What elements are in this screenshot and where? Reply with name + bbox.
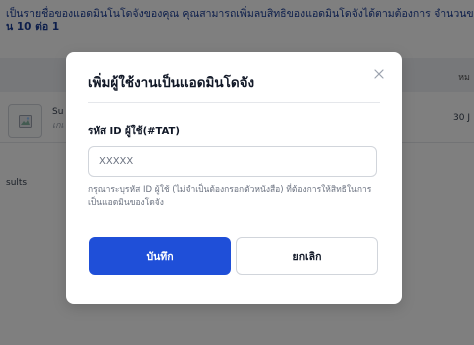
- cancel-button[interactable]: ยกเลิก: [236, 237, 378, 275]
- modal-divider: [88, 102, 380, 103]
- user-id-label: รหัส ID ผู้ใช้(#TAT): [88, 126, 180, 137]
- close-icon: [374, 69, 384, 79]
- user-id-hint: กรุณาระบุรหัส ID ผู้ใช้ (ไม่จำเป็นต้องกร…: [88, 185, 372, 208]
- modal-title: เพิ่มผู้ใช้งานเป็นแอดมินโดจัง: [88, 75, 255, 91]
- add-admin-modal: เพิ่มผู้ใช้งานเป็นแอดมินโดจัง รหัส ID ผู…: [66, 52, 402, 304]
- user-id-input[interactable]: [88, 146, 377, 177]
- save-button[interactable]: บันทึก: [89, 237, 231, 275]
- close-button[interactable]: [370, 65, 388, 83]
